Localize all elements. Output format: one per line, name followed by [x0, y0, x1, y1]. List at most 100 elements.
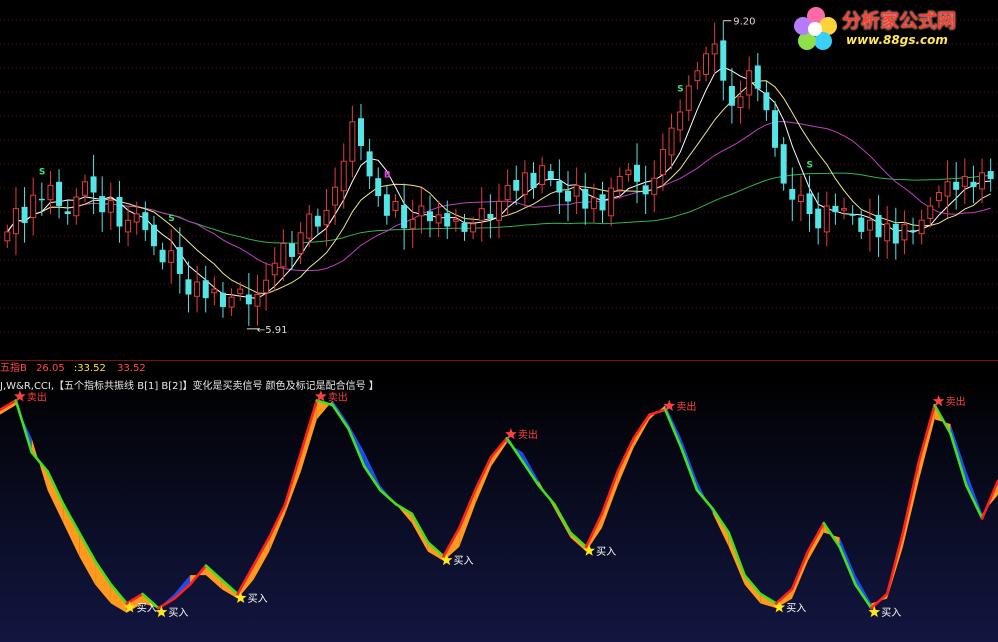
oscillator-line	[521, 460, 540, 487]
candle-body	[366, 151, 373, 177]
buy-label: 买入	[248, 593, 268, 605]
ma5-line	[6, 66, 991, 300]
candle-body	[470, 223, 477, 233]
candle-body	[797, 194, 804, 202]
oscillator-line	[14, 399, 33, 454]
buy-label: 买入	[596, 546, 616, 558]
main-price-panel[interactable]: 9.20 ←5.91 S S B S S	[0, 0, 998, 360]
candle-body	[979, 172, 986, 190]
oscillator-line	[600, 469, 620, 516]
candle-body	[599, 194, 606, 211]
candle-body	[806, 193, 813, 214]
oscillator-line	[347, 427, 366, 468]
candle-body	[772, 110, 779, 148]
candle-body	[539, 165, 546, 185]
candle-body	[918, 219, 925, 235]
candle-body	[12, 208, 19, 235]
candle-body	[185, 279, 192, 295]
oscillator-line	[30, 451, 49, 473]
candle-body	[884, 223, 891, 242]
candle-body	[392, 200, 399, 211]
candle-body	[703, 53, 710, 75]
buy-label: 买入	[786, 602, 806, 614]
candle-body	[780, 144, 787, 184]
candle-body	[720, 40, 727, 81]
candle-body	[789, 188, 796, 200]
candle-body	[159, 249, 166, 263]
candle-body	[694, 70, 701, 82]
candle-body	[176, 247, 183, 274]
candle-body	[504, 184, 511, 201]
sell-label: 卖出	[518, 428, 538, 441]
oscillator-line	[965, 484, 984, 520]
candle-body	[478, 208, 485, 221]
candle-body	[125, 219, 132, 233]
candle-body	[582, 188, 589, 209]
candle-body	[711, 43, 718, 55]
candle-body	[332, 186, 339, 206]
candle-body	[219, 292, 226, 308]
candle-body	[21, 206, 28, 223]
candle-body	[56, 181, 63, 206]
oscillator-line	[632, 413, 651, 440]
candle-body	[841, 208, 848, 211]
candle-body	[970, 181, 977, 188]
oscillator-line	[790, 550, 810, 591]
candle-body	[651, 177, 658, 195]
candle-body	[944, 181, 951, 197]
oscillator-line	[980, 479, 998, 520]
oscillator-line	[901, 460, 921, 534]
candle-body	[73, 196, 80, 217]
candle-body	[375, 178, 382, 197]
candle-body	[288, 243, 295, 257]
candle-body	[642, 185, 649, 195]
falling-band	[697, 480, 713, 514]
candle-body	[590, 197, 597, 210]
candle-body	[64, 211, 71, 214]
oscillator-chart[interactable]: 卖出买入 买入买入卖出买入卖出买入卖出买入 买入卖出	[0, 377, 998, 642]
candle-body	[763, 92, 770, 111]
candle-body	[746, 70, 753, 96]
oscillator-line	[664, 408, 683, 449]
candle-body	[677, 111, 684, 131]
indicator-description: J,W&R,CCI,【五个指标共振线 B[1] B[2]】变化是买卖信号 颜色及…	[0, 381, 379, 392]
candlestick-chart[interactable]: 9.20 ←5.91 S S B S S	[0, 0, 998, 360]
candle-body	[547, 171, 554, 180]
high-label: 9.20	[733, 17, 755, 28]
signal-marker: S	[39, 168, 45, 178]
candle-body	[513, 180, 520, 191]
candle-body	[668, 127, 675, 156]
candle-body	[866, 219, 873, 231]
oscillator-line	[505, 436, 525, 464]
candle-body	[659, 149, 666, 176]
logo-url: www.88gs.com	[846, 33, 948, 47]
candle-body	[38, 198, 45, 201]
buy-label: 买入	[881, 607, 901, 619]
candle-body	[349, 121, 356, 162]
candle-body	[737, 96, 744, 109]
sell-label: 卖出	[676, 400, 696, 413]
oscillator-line	[869, 592, 889, 610]
oscillator-line	[648, 408, 667, 416]
candle-body	[927, 205, 934, 219]
candle-body	[616, 175, 623, 191]
candle-body	[99, 196, 106, 213]
candle-body	[832, 205, 839, 213]
indicator-value-2: :33.52	[73, 363, 106, 374]
buy-label: 买入	[137, 602, 157, 614]
oscillator-line	[949, 432, 968, 487]
oscillator-line	[917, 403, 936, 464]
signal-marker: S	[677, 84, 683, 94]
candle-body	[935, 192, 942, 202]
signal-marker: S	[807, 161, 813, 171]
oscillator-line	[553, 502, 572, 534]
candle-body	[245, 294, 252, 305]
indicator-panel[interactable]: 卖出 买入 买入 买入 卖出 买入 卖出 买入 卖出 买入 买入 卖出	[0, 377, 998, 642]
oscillator-line	[885, 531, 905, 596]
candle-body	[444, 213, 451, 227]
oscillator-line	[568, 531, 588, 549]
candle-body	[271, 262, 278, 276]
candle-body	[340, 160, 347, 192]
candle-body	[409, 218, 416, 229]
candle-body	[237, 288, 244, 295]
